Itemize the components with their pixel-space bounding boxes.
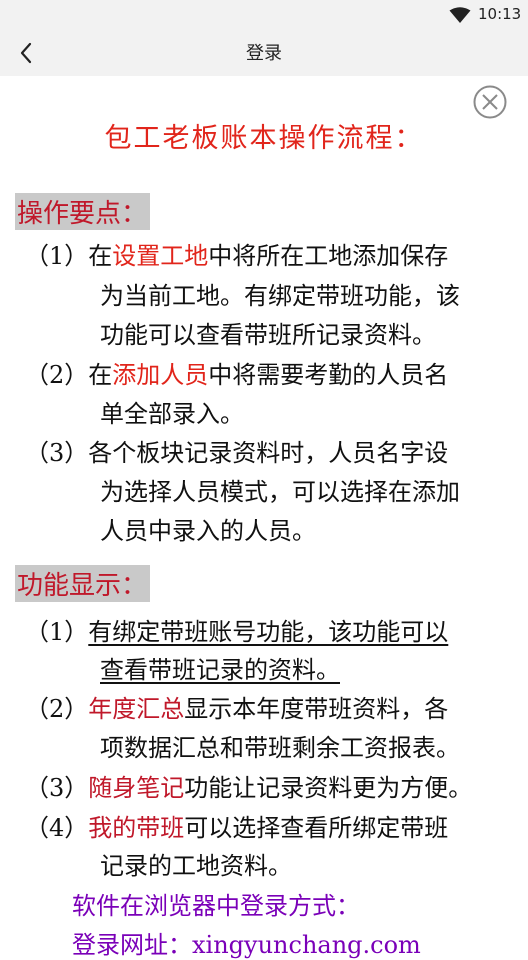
highlight-text: 设置工地 [112,242,209,270]
document-title: 包工老板账本操作流程： [104,123,424,154]
section-heading-operation: 操作要点： [15,193,151,230]
highlight-text: 添加人员 [112,361,209,389]
item-text: 显示本年度带班资料，各 [184,695,449,723]
item-number: （3） [25,439,89,467]
item-text: 各个板块记录资料时，人员名字设 [88,439,449,467]
list-item: （1）有绑定带班账号功能，该功能可以 [25,612,448,647]
item-text: 中将所在工地添加保存 [208,242,449,270]
status-bar: 10:13 [0,0,528,30]
list-item-continuation: 为选择人员模式，可以选择在添加 [100,478,460,506]
item-text: 可以选择查看所绑定带班 [184,814,449,842]
close-circle-icon[interactable] [472,84,508,120]
item-number: （1） [25,242,89,270]
list-item-continuation: 记录的工地资料。 [100,852,292,880]
browser-login-instructions: 软件在浏览器中登录方式： [72,892,360,920]
status-time: 10:13 [478,5,522,23]
item-number: （4） [25,814,89,842]
highlight-text: 随身笔记 [88,774,185,802]
list-item-continuation: 功能可以查看带班所记录资料。 [100,321,436,349]
list-item: （2）在添加人员中将需要考勤的人员名 [25,355,448,390]
list-item-continuation: 查看带班记录的资料。 [100,656,340,684]
list-item-continuation: 项数据汇总和带班剩余工资报表。 [100,734,460,762]
wifi-icon [449,7,471,23]
list-item-continuation: 单全部录入。 [100,400,244,428]
item-number: （2） [25,361,89,389]
item-number: （3） [25,774,89,802]
item-text: 有绑定带班账号功能，该功能可以 [88,618,449,646]
item-text: 中将需要考勤的人员名 [208,361,449,389]
list-item: （3）随身笔记功能让记录资料更为方便。 [25,768,472,803]
list-item-continuation: 为当前工地。有绑定带班功能，该 [100,282,460,310]
list-item: （3）各个板块记录资料时，人员名字设 [25,433,448,468]
item-prefix: 在 [88,361,113,389]
nav-bar: 登录 [0,30,528,76]
section-heading-features: 功能显示： [15,565,151,602]
item-number: （2） [25,695,89,723]
list-item: （2）年度汇总显示本年度带班资料，各 [25,689,448,724]
item-number: （1） [25,618,89,646]
item-text: 功能让记录资料更为方便。 [184,774,473,802]
list-item-continuation: 人员中录入的人员。 [100,517,316,545]
highlight-text: 我的带班 [88,814,185,842]
list-item: （1）在设置工地中将所在工地添加保存 [25,236,448,271]
item-prefix: 在 [88,242,113,270]
page-title: 登录 [246,43,282,64]
list-item: （4）我的带班可以选择查看所绑定带班 [25,808,448,843]
highlight-text: 年度汇总 [88,695,185,723]
